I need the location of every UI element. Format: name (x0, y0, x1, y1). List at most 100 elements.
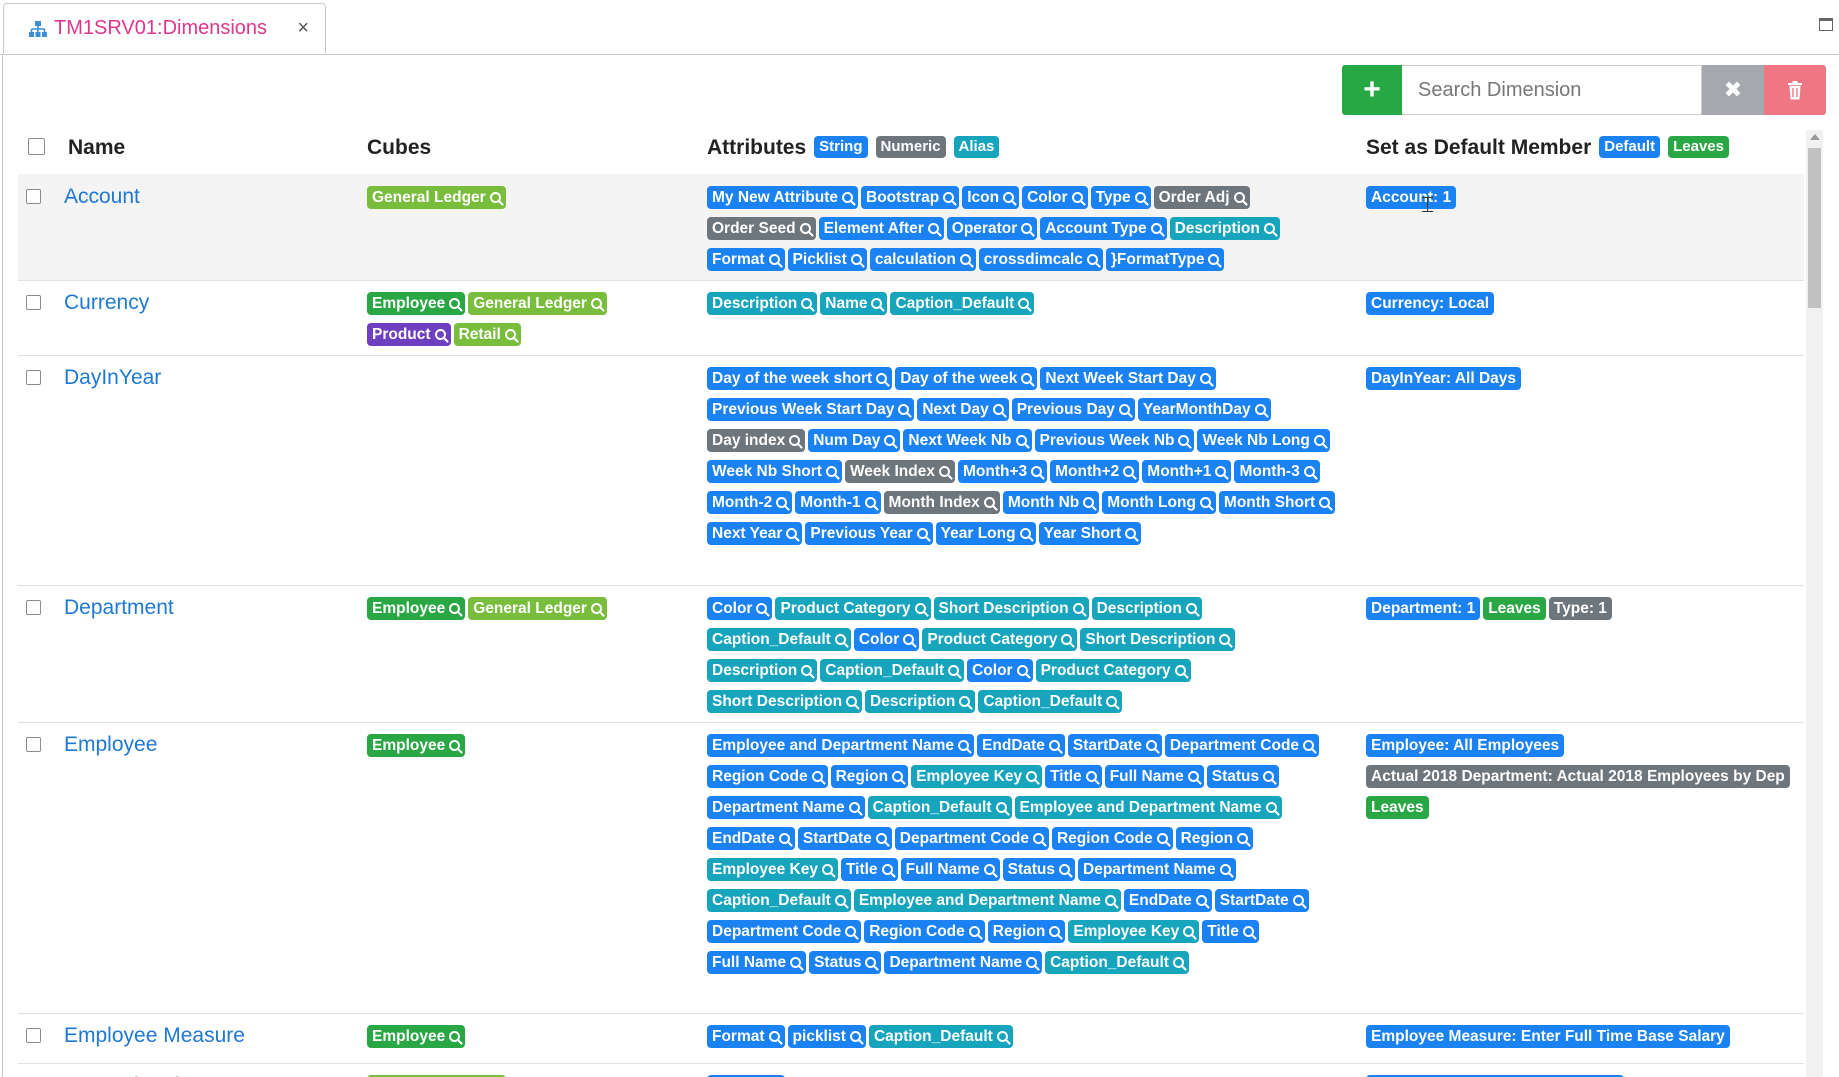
attribute-badge[interactable]: Department Code (894, 827, 1049, 850)
attribute-badge[interactable]: Month Short (1218, 491, 1336, 514)
attribute-badge[interactable]: Month-3 (1234, 460, 1320, 483)
attribute-badge[interactable]: Picklist (787, 248, 867, 271)
attribute-badge[interactable]: Region Code (707, 765, 828, 788)
attribute-badge[interactable]: crossdimcalc (978, 248, 1103, 271)
scroll-up-arrow-icon[interactable] (1810, 134, 1820, 140)
add-dimension-button[interactable]: + (1342, 65, 1402, 115)
attribute-badge[interactable]: Region (830, 765, 909, 788)
attribute-badge[interactable]: Caption_Default (867, 796, 1012, 819)
tab-dimensions[interactable]: TM1SRV01:Dimensions × (3, 3, 326, 54)
attribute-badge[interactable]: EndDate (707, 827, 795, 850)
dimension-name-link[interactable]: Employee (64, 733, 157, 757)
attribute-badge[interactable]: Short Description (933, 597, 1089, 620)
dimension-name-link[interactable]: DayInYear (64, 366, 161, 390)
attribute-badge[interactable]: Format (707, 248, 785, 271)
attribute-badge[interactable]: Description (707, 659, 818, 682)
attribute-badge[interactable]: Full Name (900, 858, 1000, 881)
attribute-badge[interactable]: StartDate (797, 827, 892, 850)
default-member-badge[interactable]: Leaves (1483, 597, 1546, 620)
attribute-badge[interactable]: Day index (707, 429, 806, 452)
delete-button[interactable] (1764, 65, 1826, 115)
attribute-badge[interactable]: Week Index (844, 460, 955, 483)
default-member-badge[interactable]: Actual 2018 Department: Actual 2018 Empl… (1366, 765, 1790, 788)
attribute-badge[interactable]: Product Category (775, 597, 931, 620)
attribute-badge[interactable]: Description (707, 292, 818, 315)
column-cubes[interactable]: Cubes (367, 136, 431, 160)
attribute-badge[interactable]: EndDate (1123, 889, 1212, 912)
attribute-badge[interactable]: Next Week Start Day (1040, 367, 1216, 390)
attribute-badge[interactable]: Order Seed (707, 217, 816, 240)
attribute-badge[interactable]: EndDate (977, 734, 1065, 757)
attribute-badge[interactable]: Week Nb Long (1197, 429, 1330, 452)
attribute-badge[interactable]: Description (1091, 597, 1202, 620)
cube-badge[interactable]: General Ledger (468, 292, 607, 315)
scrollbar-thumb[interactable] (1808, 148, 1821, 308)
default-member-badge[interactable]: DayInYear: All Days (1366, 367, 1522, 390)
attribute-badge[interactable]: Title (840, 858, 898, 881)
cube-badge[interactable]: Employee (367, 734, 466, 757)
attribute-badge[interactable]: Next Year (707, 522, 803, 545)
attribute-badge[interactable]: calculation (869, 248, 976, 271)
attribute-badge[interactable]: My New Attribute (707, 186, 859, 209)
attribute-badge[interactable]: Day of the week (895, 367, 1038, 390)
attribute-badge[interactable]: Element After (818, 217, 944, 240)
row-checkbox[interactable] (26, 600, 41, 615)
attribute-badge[interactable]: Num Day (808, 429, 901, 452)
dimension-name-link[interactable]: Account (64, 185, 140, 209)
attribute-badge[interactable]: Operator (946, 217, 1038, 240)
attribute-badge[interactable]: Next Day (917, 398, 1009, 421)
column-name[interactable]: Name (68, 136, 125, 160)
row-checkbox[interactable] (26, 737, 41, 752)
attribute-badge[interactable]: Description (865, 690, 976, 713)
attribute-badge[interactable]: Employee Key (1068, 920, 1200, 943)
attribute-badge[interactable]: Month Long (1102, 491, 1216, 514)
default-member-badge[interactable]: Account: 1 (1366, 186, 1457, 209)
cube-badge[interactable]: Retail (453, 323, 521, 346)
row-checkbox[interactable] (26, 189, 41, 204)
attribute-badge[interactable]: Week Nb Short (707, 460, 842, 483)
attribute-badge[interactable]: Employee Key (707, 858, 838, 881)
default-member-badge[interactable]: Department: 1 (1366, 597, 1481, 620)
dimension-name-link[interactable]: Employee Measure (64, 1024, 245, 1048)
attribute-badge[interactable]: Product Category (922, 628, 1078, 651)
attribute-badge[interactable]: Caption_Default (820, 659, 965, 682)
attribute-badge[interactable]: Title (1045, 765, 1102, 788)
attribute-badge[interactable]: Next Week Nb (903, 429, 1032, 452)
attribute-badge[interactable]: }FormatType (1105, 248, 1225, 271)
default-member-badge[interactable]: Leaves (1366, 796, 1429, 819)
attribute-badge[interactable]: Previous Year (805, 522, 933, 545)
attribute-badge[interactable]: YearMonthDay (1137, 398, 1271, 421)
attribute-badge[interactable]: StartDate (1067, 734, 1162, 757)
attribute-badge[interactable]: Order Adj (1153, 186, 1250, 209)
attribute-badge[interactable]: Employee and Department Name (707, 734, 975, 757)
attribute-badge[interactable]: Full Name (1104, 765, 1204, 788)
attribute-badge[interactable]: Region (987, 920, 1066, 943)
attribute-badge[interactable]: Employee and Department Name (1014, 796, 1282, 819)
attribute-badge[interactable]: Status (1002, 858, 1076, 881)
clear-search-button[interactable]: ✖ (1702, 65, 1764, 115)
attribute-badge[interactable]: Color (1022, 186, 1088, 209)
attribute-badge[interactable]: Employee Key (911, 765, 1043, 788)
attribute-badge[interactable]: Type (1090, 186, 1151, 209)
attribute-badge[interactable]: Month+2 (1050, 460, 1140, 483)
attribute-badge[interactable]: Region Code (1051, 827, 1173, 850)
attribute-badge[interactable]: Color (853, 628, 920, 651)
attribute-badge[interactable]: Month Index (883, 491, 1000, 514)
attribute-badge[interactable]: Department Name (1078, 858, 1236, 881)
attribute-badge[interactable]: Short Description (707, 690, 863, 713)
cube-badge[interactable]: Product (367, 323, 451, 346)
search-input[interactable] (1402, 65, 1702, 115)
attribute-badge[interactable]: picklist (787, 1025, 866, 1048)
attribute-badge[interactable]: Month Nb (1002, 491, 1100, 514)
attribute-badge[interactable]: Year Short (1038, 522, 1142, 545)
attribute-badge[interactable]: Bootstrap (861, 186, 960, 209)
default-member-badge[interactable]: Employee Measure: Enter Full Time Base S… (1366, 1025, 1730, 1048)
attribute-badge[interactable]: Month-1 (795, 491, 881, 514)
attribute-badge[interactable]: Month+3 (957, 460, 1048, 483)
cube-badge[interactable]: Employee (367, 597, 466, 620)
attribute-badge[interactable]: Region Code (864, 920, 985, 943)
attribute-badge[interactable]: Caption_Default (978, 690, 1123, 713)
attribute-badge[interactable]: Month-2 (707, 491, 793, 514)
attribute-badge[interactable]: Previous Week Start Day (707, 398, 915, 421)
attribute-badge[interactable]: Caption_Default (868, 1025, 1013, 1048)
